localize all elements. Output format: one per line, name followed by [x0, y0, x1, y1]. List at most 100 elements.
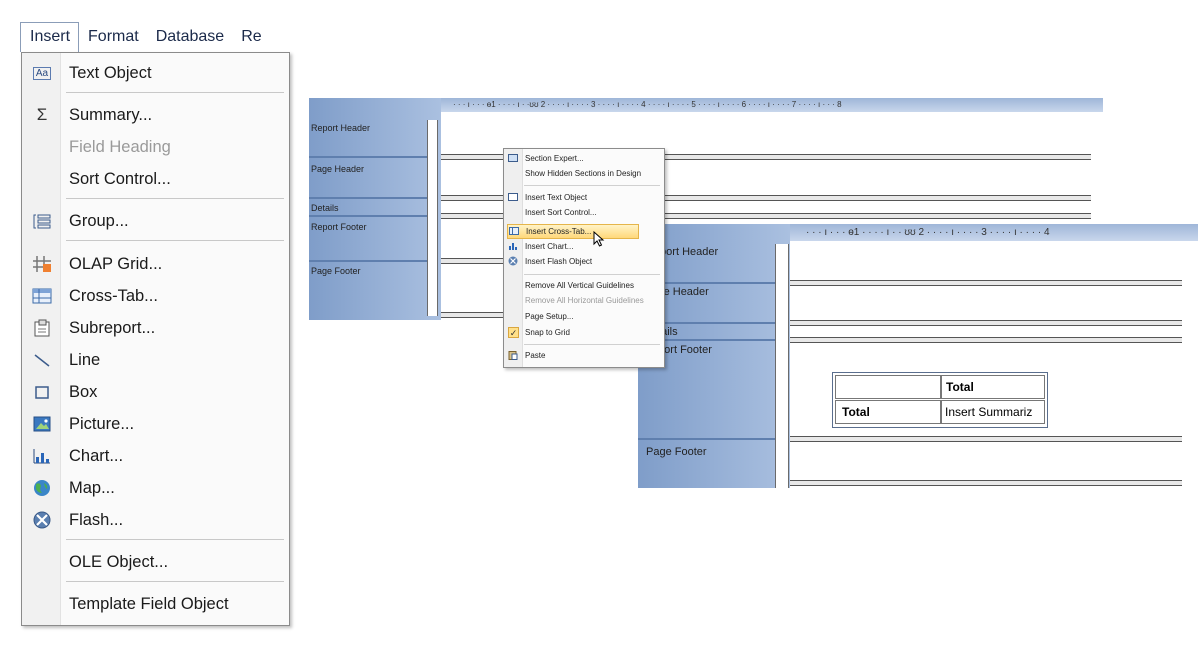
design-canvas[interactable] [790, 241, 1182, 488]
menu-item-olap-grid[interactable]: OLAP Grid... [22, 249, 289, 279]
vertical-ruler [775, 244, 789, 488]
menu-item-label: Line [69, 350, 101, 369]
ctx-item-label: Section Expert... [525, 154, 584, 163]
menu-item-text-object[interactable]: Aa Text Object [22, 58, 289, 88]
menu-item-box[interactable]: Box [22, 377, 289, 407]
section-page-header[interactable]: Page Header [311, 164, 364, 174]
menu-database-label: Database [155, 28, 225, 45]
ctx-separator [524, 344, 660, 345]
cross-tab-corner-cell[interactable] [835, 375, 941, 399]
menu-item-chart[interactable]: Chart... [22, 441, 289, 471]
section-divider-left [309, 260, 427, 262]
cross-tab-icon [31, 285, 53, 307]
menu-item-flash[interactable]: Flash... [22, 505, 289, 535]
insert-menu-dropdown: Aa Text Object Σ Summary... Field Headin… [21, 52, 290, 626]
cross-tab-summary-cell[interactable]: Insert Summariz [941, 400, 1045, 424]
cross-tab-object[interactable]: Total Total Insert Summariz [832, 372, 1048, 428]
menu-item-cross-tab[interactable]: Cross-Tab... [22, 281, 289, 311]
menu-item-ole-object[interactable]: OLE Object... [22, 547, 289, 577]
menu-insert[interactable]: Insert [20, 22, 80, 52]
row-total-label: Total [842, 405, 870, 419]
ctx-item-label: Snap to Grid [525, 328, 570, 337]
ctx-item-insert-text-object[interactable]: Insert Text Object [504, 191, 664, 204]
menu-item-sort-control[interactable]: Sort Control... [22, 164, 289, 194]
box-icon [31, 381, 53, 403]
ctx-item-insert-cross-tab[interactable]: Insert Cross-Tab... [507, 224, 639, 239]
column-total-label: Total [946, 380, 974, 394]
section-report-header[interactable]: Report Header [311, 123, 370, 133]
menu-item-label: Summary... [69, 105, 153, 124]
menu-separator [66, 240, 284, 241]
menu-insert-label: Insert [30, 28, 71, 45]
vertical-ruler [427, 120, 438, 316]
section-details[interactable]: Details [311, 203, 339, 213]
ctx-item-remove-vertical-guidelines[interactable]: Remove All Vertical Guidelines [504, 279, 664, 292]
ctx-item-label: Remove All Horizontal Guidelines [525, 296, 644, 305]
menu-item-label: Sort Control... [69, 169, 171, 188]
section-context-menu: Section Expert... Show Hidden Sections i… [503, 148, 665, 368]
section-divider[interactable] [790, 320, 1182, 326]
ctx-item-show-hidden-sections[interactable]: Show Hidden Sections in Design [504, 167, 664, 180]
ctx-item-page-setup[interactable]: Page Setup... [504, 310, 664, 323]
menu-item-label: OLE Object... [69, 552, 169, 571]
ctx-separator [524, 274, 660, 275]
menu-item-label: Text Object [69, 63, 152, 82]
section-divider[interactable] [790, 337, 1182, 343]
menu-item-picture[interactable]: Picture... [22, 409, 289, 439]
menu-item-label: Field Heading [69, 137, 171, 156]
section-divider[interactable] [790, 280, 1182, 286]
menu-separator [66, 539, 284, 540]
report-designer-front: · · · ı · · · ɵ1 · · · · ı · · ʊʊ 2 · · … [638, 224, 1198, 488]
ctx-item-insert-chart[interactable]: Insert Chart... [504, 240, 664, 253]
menu-item-line[interactable]: Line [22, 345, 289, 375]
ctx-item-paste[interactable]: Paste [504, 349, 664, 362]
menu-item-label: Template Field Object [69, 594, 229, 613]
section-divider-left [638, 438, 775, 440]
menu-format-label: Format [88, 28, 139, 45]
ctx-item-section-expert[interactable]: Section Expert... [504, 152, 664, 165]
section-divider-left [309, 197, 427, 199]
ctx-item-snap-to-grid[interactable]: ✓ Snap to Grid [504, 326, 664, 339]
ctx-item-label: Insert Cross-Tab... [526, 227, 592, 236]
menu-format[interactable]: Format [79, 23, 147, 52]
menu-separator [66, 92, 284, 93]
section-page-footer[interactable]: Page Footer [646, 446, 707, 458]
section-report-footer[interactable]: Report Footer [311, 222, 367, 232]
subreport-icon [31, 317, 53, 339]
ctx-item-insert-sort-control[interactable]: Insert Sort Control... [504, 206, 664, 219]
line-icon [31, 349, 53, 371]
menu-item-label: Subreport... [69, 318, 156, 337]
section-divider[interactable] [790, 480, 1182, 486]
section-expert-icon [508, 153, 518, 163]
menu-item-subreport[interactable]: Subreport... [22, 313, 289, 343]
horizontal-ruler: · · · ı · · · ɵ1 · · · · ı · ·ʊʊ 2 · · ·… [441, 98, 1103, 112]
menu-item-summary[interactable]: Σ Summary... [22, 100, 289, 130]
text-object-icon [508, 192, 518, 202]
menu-item-label: Chart... [69, 446, 124, 465]
menu-item-label: Box [69, 382, 98, 401]
menu-item-template-field-object[interactable]: Template Field Object [22, 589, 289, 619]
olap-grid-icon [31, 253, 53, 275]
menu-database[interactable]: Database [147, 23, 233, 52]
cross-tab-icon [509, 226, 519, 236]
ctx-item-label: Insert Flash Object [525, 257, 593, 266]
menu-item-group[interactable]: Group... [22, 206, 289, 236]
paste-icon [508, 350, 518, 360]
ctx-item-insert-flash-object[interactable]: Insert Flash Object [504, 255, 664, 268]
summary-placeholder-label: Insert Summariz [945, 405, 1033, 419]
menu-report-label: Re [241, 28, 262, 45]
cross-tab-column-total-cell[interactable]: Total [941, 375, 1045, 399]
cross-tab-row-total-cell[interactable]: Total [835, 400, 941, 424]
picture-icon [31, 413, 53, 435]
section-divider[interactable] [790, 436, 1182, 442]
menu-report[interactable]: Re [232, 23, 269, 52]
mouse-cursor-icon [593, 230, 605, 252]
section-page-footer[interactable]: Page Footer [311, 266, 361, 276]
menu-item-label: Group... [69, 211, 129, 230]
chart-icon [508, 241, 518, 251]
menu-item-map[interactable]: Map... [22, 473, 289, 503]
ctx-item-label: Insert Sort Control... [525, 208, 597, 217]
flash-icon [508, 256, 518, 266]
horizontal-ruler: · · · ı · · · ɵ1 · · · · ı · · ʊʊ 2 · · … [790, 224, 1198, 241]
flash-icon [31, 509, 53, 531]
